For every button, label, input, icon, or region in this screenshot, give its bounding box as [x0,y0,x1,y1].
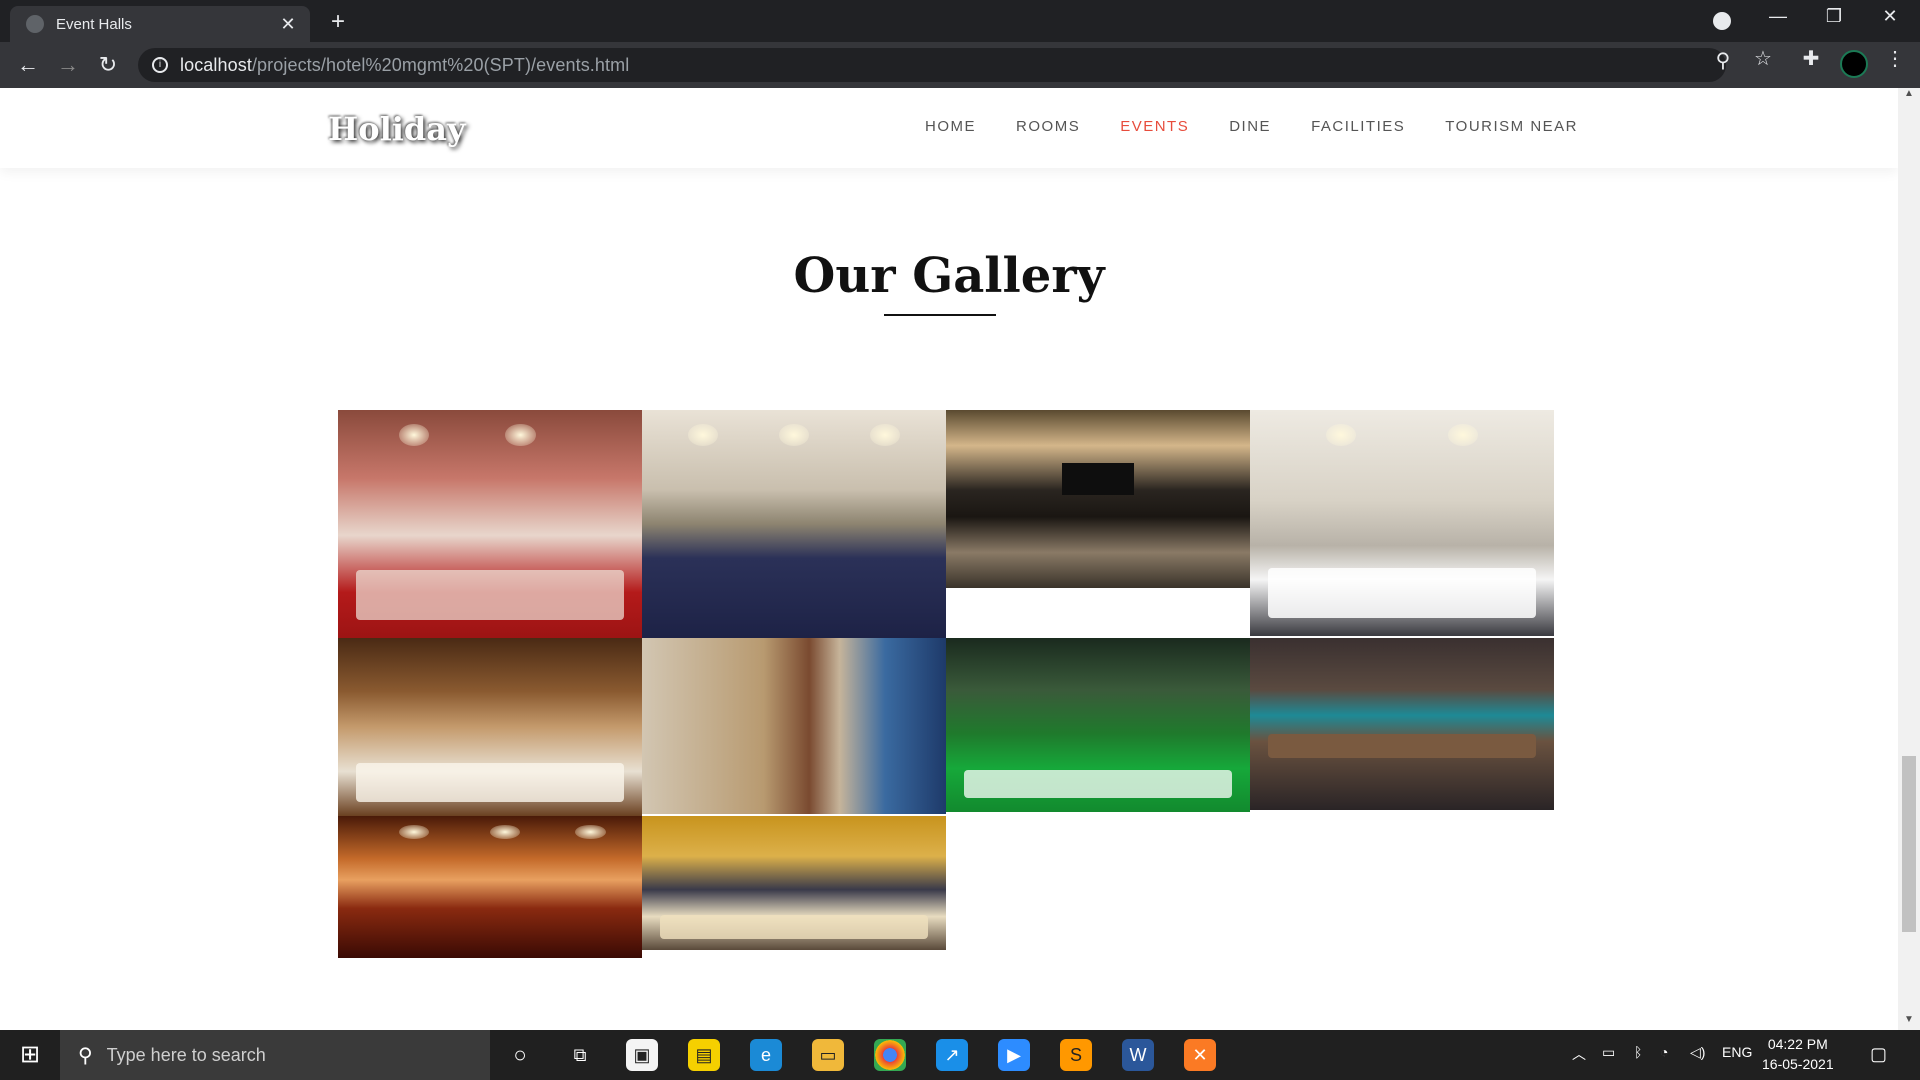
nav-tourism-near[interactable]: TOURISM NEAR [1445,118,1578,135]
globe-icon [26,15,44,33]
windows-taskbar: ⊞ ⚲ Type here to search ○ ⧉ ▣ ▤ e ▭ ↗ ▶ … [0,1030,1920,1080]
clock-time: 04:22 PM [1767,1036,1828,1052]
new-tab-button[interactable]: + [326,8,350,36]
wifi-icon[interactable]: ◔ [1660,1044,1668,1060]
nav-home[interactable]: HOME [925,118,976,135]
more-menu-icon[interactable]: ⋮ [1882,46,1908,71]
forward-icon[interactable]: → [54,52,82,78]
bluetooth-icon[interactable]: ᛒ [1634,1044,1642,1060]
xampp-icon[interactable]: ✕ [1184,1039,1216,1071]
back-icon[interactable]: ← [14,52,42,78]
blue-chairs-hall-photo[interactable] [642,410,946,638]
sticky-notes-icon[interactable]: ▤ [688,1039,720,1071]
restore-icon[interactable]: ❐ [1814,6,1854,27]
nav-facilities[interactable]: FACILITIES [1311,118,1405,135]
tab-search-icon[interactable] [1713,12,1731,30]
volume-icon[interactable]: ◁) [1690,1044,1705,1061]
close-window-icon[interactable]: ✕ [1870,6,1910,27]
white-banquet-photo[interactable] [1250,410,1554,636]
windows-start-icon[interactable]: ⊞ [10,1040,50,1070]
scrollbar-thumb[interactable] [1902,756,1916,932]
wooden-banquet-photo[interactable] [338,638,642,816]
notifications-icon[interactable]: ▢ [1870,1044,1887,1065]
nav-rooms[interactable]: ROOMS [1016,118,1080,135]
main-nav: HOME ROOMS EVENTS DINE FACILITIES TOURIS… [925,118,1578,135]
conference-stage-photo[interactable] [946,410,1250,588]
nav-dine[interactable]: DINE [1229,118,1271,135]
edge-icon[interactable]: e [750,1039,782,1071]
bookmark-star-icon[interactable]: ☆ [1750,46,1776,71]
browser-toolbar: ← → ↻ i localhost/projects/hotel%20mgmt%… [0,42,1920,88]
profile-avatar[interactable] [1840,50,1868,78]
extensions-icon[interactable]: ✚ [1798,46,1824,71]
boardroom-photo[interactable] [642,816,946,950]
zoom-icon[interactable]: ⚲ [1710,48,1736,73]
minimize-icon[interactable]: — [1758,6,1798,27]
tab-title: Event Halls [56,15,132,33]
address-bar[interactable]: i localhost/projects/hotel%20mgmt%20(SPT… [138,48,1726,82]
battery-icon[interactable]: ▭ [1602,1044,1615,1061]
web-page: Holiday HOME ROOMS EVENTS DINE FACILITIE… [0,88,1898,1030]
long-table-photo[interactable] [1250,638,1554,810]
close-tab-icon[interactable]: ✕ [278,14,298,35]
task-view-icon[interactable]: ⧉ [564,1039,596,1071]
language-indicator[interactable]: ENG [1722,1044,1752,1060]
search-placeholder: Type here to search [106,1044,266,1065]
gallery-title: Our Gallery [793,248,1105,304]
word-icon[interactable]: W [1122,1039,1154,1071]
site-info-icon[interactable]: i [152,57,168,73]
scroll-down-icon[interactable]: ▼ [1898,1014,1920,1030]
browser-tab-strip: Event Halls ✕ + — ❐ ✕ [0,0,1920,42]
title-underline [884,314,996,316]
store-icon[interactable]: ▣ [626,1039,658,1071]
taskbar-search[interactable]: ⚲ Type here to search [60,1030,490,1080]
lecture-room-photo[interactable] [642,638,946,814]
url-text: localhost/projects/hotel%20mgmt%20(SPT)/… [180,55,629,76]
stage-screen [1061,463,1135,496]
red-ballroom-photo[interactable] [338,410,642,638]
reload-icon[interactable]: ↻ [94,52,122,78]
cortana-icon[interactable]: ○ [504,1039,536,1071]
page-scrollbar[interactable]: ▲ ▼ [1898,88,1920,1030]
app-icon[interactable]: ↗ [936,1039,968,1071]
browser-tab[interactable]: Event Halls ✕ [10,6,310,42]
scroll-up-icon[interactable]: ▲ [1898,88,1920,104]
tray-chevron-icon[interactable]: ︿ [1572,1044,1586,1064]
garden-event-photo[interactable] [946,638,1250,812]
chrome-icon[interactable] [874,1039,906,1071]
grand-auditorium-photo[interactable] [338,816,642,958]
url-host: localhost [180,54,252,75]
search-icon: ⚲ [78,1044,93,1067]
site-logo[interactable]: Holiday [328,110,466,148]
taskbar-clock[interactable]: 04:22 PM 16-05-2021 [1762,1034,1834,1074]
zoom-app-icon[interactable]: ▶ [998,1039,1030,1071]
url-path: /projects/hotel%20mgmt%20(SPT)/events.ht… [251,54,630,75]
file-explorer-icon[interactable]: ▭ [812,1039,844,1071]
site-header: Holiday HOME ROOMS EVENTS DINE FACILITIE… [0,88,1898,168]
nav-events[interactable]: EVENTS [1120,118,1189,135]
sublime-icon[interactable]: S [1060,1039,1092,1071]
clock-date: 16-05-2021 [1762,1056,1834,1072]
